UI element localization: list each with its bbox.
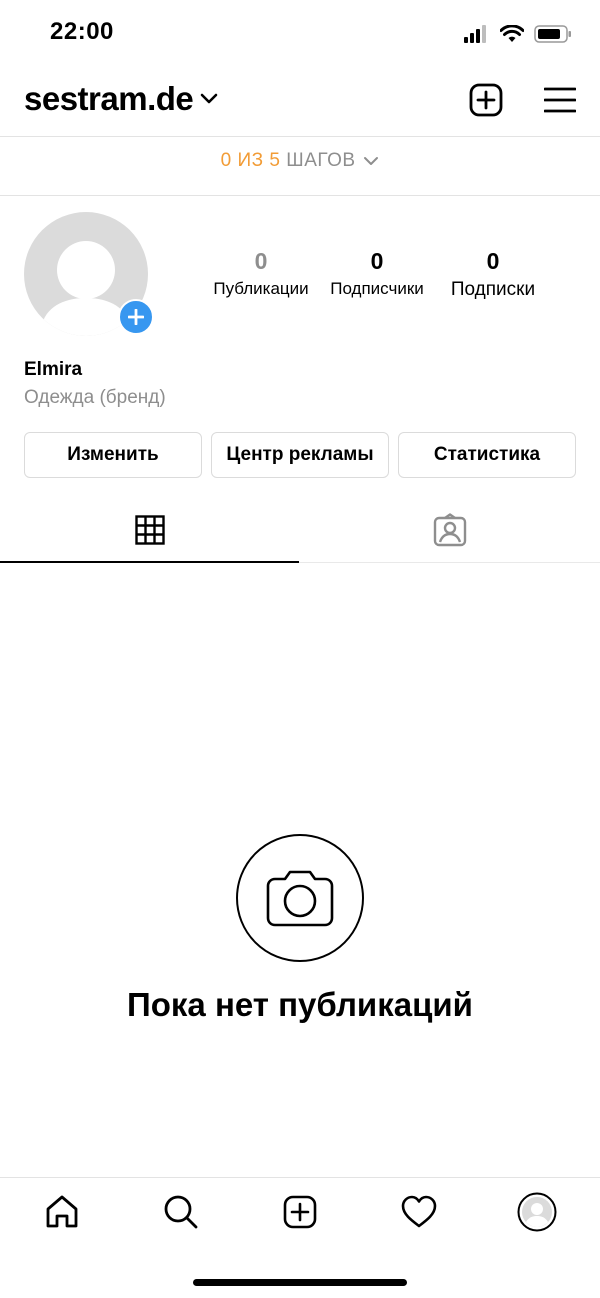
edit-profile-button[interactable]: Изменить xyxy=(24,432,202,478)
active-tab-indicator xyxy=(0,561,299,563)
ad-center-button[interactable]: Центр рекламы xyxy=(211,432,389,478)
tagged-icon xyxy=(433,513,467,547)
new-post-button[interactable] xyxy=(468,82,504,118)
header-actions xyxy=(468,82,578,118)
new-post-icon xyxy=(469,83,503,117)
camera-icon xyxy=(266,870,334,927)
steps-progress[interactable]: 0 ИЗ 5 ШАГОВ xyxy=(0,150,600,172)
signal-icon xyxy=(464,25,486,43)
chevron-down-icon xyxy=(364,156,379,165)
steps-done: 0 ИЗ 5 xyxy=(220,150,281,171)
add-story-button[interactable] xyxy=(118,299,154,335)
status-icons xyxy=(464,22,572,46)
posts-stat[interactable]: 0 Публикации xyxy=(205,248,317,299)
account-switcher[interactable]: sestram.de xyxy=(24,80,219,118)
following-label: Подписки xyxy=(450,279,536,300)
create-icon xyxy=(283,1195,317,1229)
following-count: 0 xyxy=(486,248,500,274)
profile-icon xyxy=(517,1192,557,1232)
followers-count: 0 xyxy=(370,248,384,274)
category-label: Одежда (бренд) xyxy=(24,387,166,408)
nav-create[interactable] xyxy=(280,1192,320,1232)
followers-label: Подписчики xyxy=(330,279,424,298)
nav-activity[interactable] xyxy=(399,1192,439,1232)
home-icon xyxy=(46,1195,78,1228)
chevron-down-icon xyxy=(200,93,218,104)
wifi-icon xyxy=(500,25,524,42)
grid-icon xyxy=(135,515,165,545)
steps-divider xyxy=(0,195,600,196)
nav-profile[interactable] xyxy=(517,1192,557,1232)
nav-home[interactable] xyxy=(42,1192,82,1232)
display-name: Elmira xyxy=(24,359,83,380)
followers-stat[interactable]: 0 Подписчики xyxy=(322,248,432,299)
plus-icon xyxy=(128,309,144,325)
menu-button[interactable] xyxy=(542,82,578,118)
username: sestram.de xyxy=(24,80,194,117)
posts-label: Публикации xyxy=(213,279,309,298)
tab-tagged[interactable] xyxy=(300,498,600,562)
activity-icon xyxy=(401,1195,437,1228)
insights-button[interactable]: Статистика xyxy=(398,432,576,478)
empty-state-circle xyxy=(236,834,364,962)
header-divider xyxy=(0,136,600,137)
search-icon xyxy=(164,1195,198,1229)
status-time: 22:00 xyxy=(50,18,114,45)
empty-state-title: Пока нет публикаций xyxy=(127,986,473,1023)
home-indicator xyxy=(193,1279,407,1286)
steps-label: ШАГОВ xyxy=(286,150,356,171)
following-stat[interactable]: 0 Подписки xyxy=(438,248,548,301)
tab-grid[interactable] xyxy=(0,498,300,562)
battery-icon xyxy=(534,25,571,43)
bottom-nav-divider xyxy=(0,1177,600,1178)
nav-search[interactable] xyxy=(161,1192,201,1232)
posts-count: 0 xyxy=(254,248,268,274)
menu-icon xyxy=(544,87,576,113)
